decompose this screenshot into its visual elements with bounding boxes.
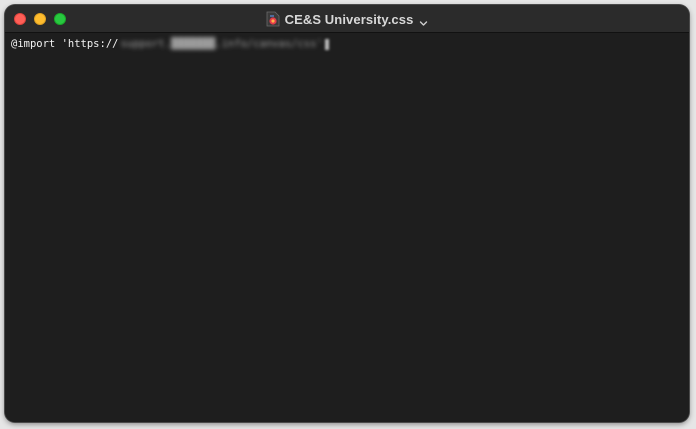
- window-title-group[interactable]: CE&S University.css: [5, 5, 689, 33]
- code-editor[interactable]: @import 'https:// support.███████.info/c…: [5, 33, 689, 422]
- chevron-down-icon[interactable]: [419, 15, 428, 26]
- redacted-url: support.███████.info/canvas/css': [120, 38, 323, 50]
- import-prefix: @import 'https://: [11, 38, 119, 50]
- code-line-1[interactable]: @import 'https:// support.███████.info/c…: [11, 38, 329, 50]
- title-bar[interactable]: CE&S University.css: [5, 5, 689, 33]
- window-title: CE&S University.css: [284, 11, 414, 27]
- text-cursor: [324, 38, 329, 50]
- css-document-icon: [266, 11, 280, 27]
- editor-window: CE&S University.css @import 'https:// su…: [5, 5, 689, 422]
